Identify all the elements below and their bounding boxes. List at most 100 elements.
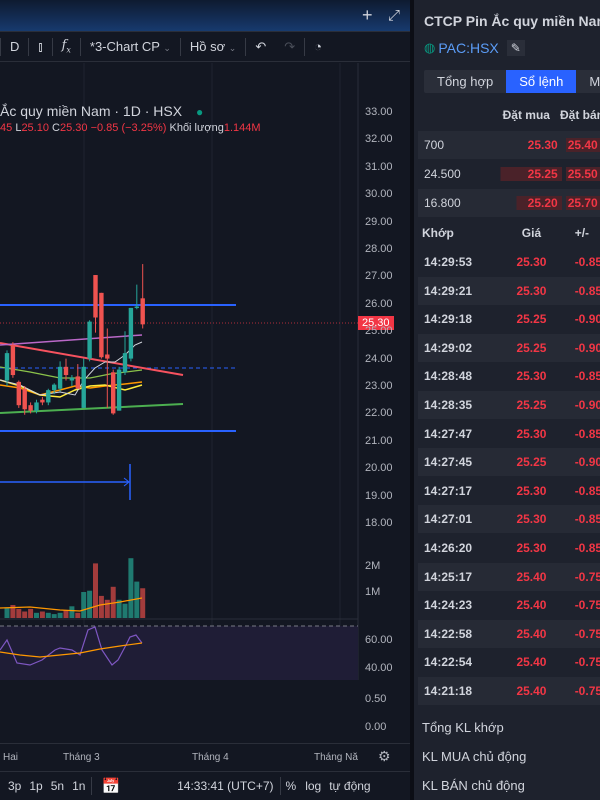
- close-label: C: [52, 122, 60, 134]
- price-chart[interactable]: [0, 0, 410, 680]
- volume-bar: [75, 612, 81, 618]
- trade-time: 14:27:17: [424, 483, 473, 498]
- log-toggle[interactable]: log: [301, 779, 325, 793]
- trade-price: 25.30: [516, 255, 547, 269]
- price-tick: 24.00: [365, 352, 393, 365]
- range-3p[interactable]: 3p: [0, 779, 25, 793]
- candle-body: [46, 390, 51, 403]
- price-tick: 29.00: [365, 215, 393, 228]
- candle-body: [57, 366, 63, 389]
- trade-time: 14:28:35: [424, 398, 473, 412]
- volume-bar: [122, 603, 128, 618]
- candle: [57, 361, 63, 392]
- trade-row: 14:29:02 25.25 -0.90: [418, 333, 600, 362]
- price-tick: 27.00: [365, 270, 393, 283]
- trade-price: 25.40: [516, 684, 547, 698]
- price-tick: 26.00: [365, 297, 393, 310]
- ohlc-legend: 45 L25.10 C25.30 −0.85 (−3.25%) Khối lượ…: [0, 122, 261, 134]
- percent-toggle[interactable]: %: [281, 779, 302, 793]
- candle-body: [87, 321, 92, 359]
- tab-summary[interactable]: Tổng hợp: [424, 70, 506, 93]
- trade-row: 14:28:35 25.25 -0.90: [418, 391, 600, 419]
- trade-price: 25.30: [516, 541, 547, 555]
- trade-change: -0.75: [574, 655, 600, 670]
- volume-tick: 1M: [365, 586, 381, 598]
- tab-order-book[interactable]: Sổ lệnh: [506, 70, 577, 93]
- trade-time: 14:28:48: [424, 369, 473, 384]
- edit-pencil-icon[interactable]: ✎: [506, 40, 525, 56]
- ask-price: 25.50: [565, 167, 600, 181]
- volume-bar: [57, 612, 63, 618]
- macd-tick: 0.00: [365, 721, 387, 733]
- trade-change: -0.75: [574, 684, 600, 698]
- trade-time: 14:27:47: [424, 426, 473, 441]
- range-1p[interactable]: 1p: [25, 779, 46, 793]
- trade-row: 14:29:18 25.25 -0.90: [418, 305, 600, 334]
- price-tick: 32.00: [365, 133, 393, 146]
- clock[interactable]: 14:33:41 (UTC+7): [171, 779, 279, 793]
- bottom-toolbar: 3p 1p 5n 1n 📅 14:33:41 (UTC+7) % log tự …: [0, 771, 410, 800]
- trade-price: 25.40: [516, 569, 547, 584]
- time-header: Khớp: [422, 226, 454, 240]
- candle-body: [93, 275, 98, 318]
- chart-title: Ắc quy miền Nam · 1D · HSX ●: [0, 103, 203, 119]
- time-axis[interactable]: Hai Tháng 3 Tháng 4 Tháng Nă ⚙: [0, 743, 410, 770]
- trade-time: 14:22:58: [424, 626, 473, 641]
- trade-change: -0.75: [574, 598, 600, 613]
- trade-price: 25.40: [516, 598, 547, 613]
- candle: [116, 366, 122, 411]
- order-book-row[interactable]: 700 25.30 25.40: [418, 131, 600, 159]
- volume-bars: [4, 558, 146, 618]
- trade-change: -0.90: [574, 398, 600, 412]
- trade-price: 25.30: [516, 369, 547, 384]
- symbol-label[interactable]: PAC:HSX: [438, 40, 498, 56]
- symbol-row: ◍ PAC:HSX ✎: [424, 40, 525, 56]
- candle: [128, 307, 134, 362]
- active-buy-label: KL MUA chủ động: [422, 749, 527, 764]
- candle-body: [69, 377, 75, 381]
- order-book-row[interactable]: 16.800 25.20 25.70: [418, 189, 600, 217]
- rsi-tick: 60.00: [365, 634, 393, 646]
- trade-time: 14:25:17: [424, 569, 473, 584]
- range-1n[interactable]: 1n: [68, 779, 91, 793]
- volume-bar: [39, 611, 45, 618]
- candle-body: [40, 399, 45, 403]
- candle: [81, 358, 86, 408]
- candle-body: [81, 366, 86, 408]
- auto-toggle[interactable]: tự động: [325, 779, 374, 793]
- volume-bar: [4, 607, 10, 618]
- price-tick: 31.00: [365, 160, 393, 173]
- volume-bar: [128, 558, 134, 618]
- trade-price: 25.25: [516, 340, 547, 355]
- ask-header: Đặt bán: [559, 108, 600, 122]
- trade-change: -0.85: [574, 426, 600, 441]
- candle-body: [134, 306, 139, 309]
- candle: [87, 320, 92, 362]
- time-label: Hai: [3, 752, 19, 763]
- panel-tabs: Tổng hợp Sổ lệnh Mức giá: [424, 70, 600, 93]
- candle-body: [75, 376, 80, 389]
- volume-tick: 2M: [365, 560, 381, 572]
- trade-row: 14:27:47 25.30 -0.85: [418, 419, 600, 448]
- candle: [46, 388, 51, 406]
- price-tick: 18.00: [365, 517, 393, 529]
- change-value: −0.85 (−3.25%): [90, 122, 167, 134]
- time-label: Tháng 3: [63, 752, 100, 763]
- candle-body: [140, 298, 145, 325]
- tab-price-level[interactable]: Mức giá: [576, 70, 600, 93]
- trade-time: 14:29:18: [424, 312, 473, 327]
- calendar-icon[interactable]: 📅: [92, 777, 129, 795]
- candle: [16, 380, 21, 408]
- settings-gear-icon[interactable]: ⚙: [378, 748, 391, 765]
- trade-time: 14:24:23: [424, 598, 473, 613]
- trendline-up: [0, 403, 184, 414]
- order-book-row[interactable]: 24.500 25.25 25.50: [418, 160, 600, 188]
- candle-body: [122, 353, 128, 373]
- candle-body: [16, 381, 21, 406]
- trade-price: 25.40: [516, 626, 547, 641]
- book-header: Đặt mua Đặt bán: [418, 101, 600, 129]
- range-5n[interactable]: 5n: [47, 779, 68, 793]
- ask-price: 25.70: [565, 196, 600, 210]
- candle-body: [22, 388, 27, 410]
- candle: [22, 386, 27, 415]
